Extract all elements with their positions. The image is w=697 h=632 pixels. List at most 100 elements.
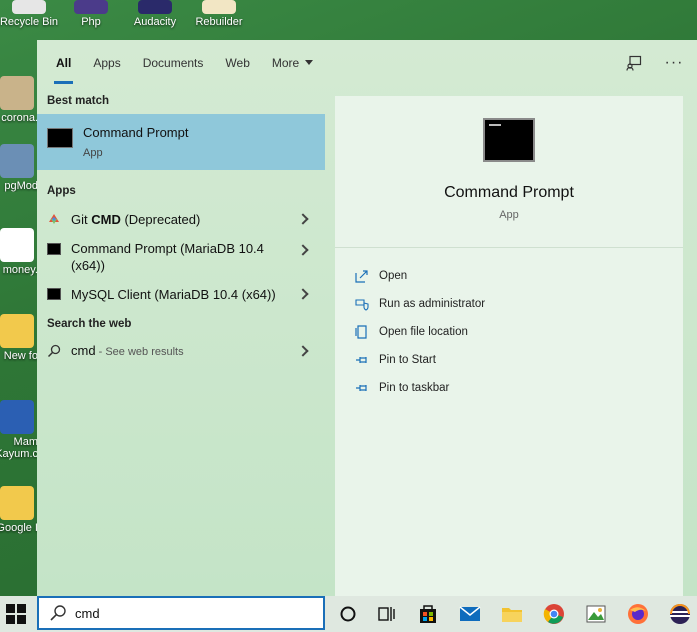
chevron-right-icon[interactable] xyxy=(297,244,309,256)
tab-tools: ··· xyxy=(625,54,683,72)
folder-icon xyxy=(0,314,34,348)
desktop-icon-corona[interactable]: corona. xyxy=(0,76,38,124)
document-icon xyxy=(0,228,34,262)
action-label: Pin to Start xyxy=(379,354,436,366)
file-location-icon xyxy=(355,325,367,339)
chevron-right-icon[interactable] xyxy=(297,345,309,357)
command-prompt-icon xyxy=(483,118,535,162)
folder-icon xyxy=(202,0,236,14)
windows-logo-icon xyxy=(6,615,15,624)
search-icon xyxy=(47,344,61,358)
desktop-icon-label: Recycle Bin xyxy=(0,16,59,28)
desktop-icon-label: Audacity xyxy=(133,16,177,28)
taskbar xyxy=(0,596,697,632)
desktop-icon-money[interactable]: money. xyxy=(0,228,38,276)
action-pin-to-taskbar[interactable]: Pin to taskbar xyxy=(335,374,683,402)
app-result-git-cmd[interactable]: Git CMD (Deprecated) xyxy=(37,204,325,234)
detail-subtitle: App xyxy=(499,209,519,221)
shield-icon xyxy=(355,299,369,311)
action-pin-to-start[interactable]: Pin to Start xyxy=(335,346,683,374)
image-editor-icon[interactable] xyxy=(584,602,608,626)
audacity-icon xyxy=(138,0,172,14)
desktop-icon-word-doc[interactable]: Mam Kayum.c xyxy=(0,400,38,460)
detail-actions: Open Run as administrator Open file loca… xyxy=(335,248,683,402)
best-match-item[interactable]: Command Prompt App xyxy=(37,114,325,170)
tab-all[interactable]: All xyxy=(46,56,81,84)
best-match-subtitle: App xyxy=(83,147,103,159)
action-run-as-admin[interactable]: Run as administrator xyxy=(335,290,683,318)
chevron-right-icon[interactable] xyxy=(297,288,309,300)
desktop-icon-label: Rebuilder xyxy=(195,16,243,28)
php-icon xyxy=(74,0,108,14)
cortana-icon[interactable] xyxy=(336,602,360,626)
feedback-button[interactable] xyxy=(625,54,643,72)
web-query: cmd xyxy=(71,342,96,358)
word-icon xyxy=(0,400,34,434)
desktop-icon-new-folder[interactable]: New fo xyxy=(0,314,38,362)
desktop-icon-audacity[interactable]: Audacity xyxy=(120,0,190,28)
more-options-button[interactable]: ··· xyxy=(665,54,683,72)
desktop-icon-rebuilder[interactable]: Rebuilder xyxy=(184,0,254,28)
file-explorer-icon[interactable] xyxy=(500,602,524,626)
search-tabs: All Apps Documents Web More ··· xyxy=(37,40,697,84)
git-icon xyxy=(49,214,59,224)
command-prompt-icon xyxy=(47,243,61,255)
tab-more-label: More xyxy=(271,56,300,70)
chrome-icon[interactable] xyxy=(542,602,566,626)
ellipsis-icon: ··· xyxy=(664,54,684,71)
desktop-icon-pgmodeler[interactable]: pgMod xyxy=(0,144,38,192)
command-prompt-icon xyxy=(47,128,73,148)
action-open-file-location[interactable]: Open file location xyxy=(335,318,683,346)
desktop-icon-label: Google I xyxy=(0,522,38,534)
elephant-icon xyxy=(0,144,34,178)
web-hint: - See web results xyxy=(95,345,184,358)
pin-icon xyxy=(356,357,367,363)
detail-title: Command Prompt xyxy=(444,184,574,201)
tab-documents[interactable]: Documents xyxy=(133,56,214,84)
section-best-match: Best match xyxy=(47,95,109,107)
app-name-suffix: (Deprecated) xyxy=(120,211,201,227)
pin-icon xyxy=(356,385,367,391)
taskbar-search-box[interactable] xyxy=(37,596,325,630)
image-file-icon xyxy=(0,76,34,110)
section-apps: Apps xyxy=(47,185,76,197)
desktop-icon-recycle-bin[interactable]: Recycle Bin xyxy=(0,0,64,28)
eclipse-icon[interactable] xyxy=(668,602,692,626)
chevron-right-icon[interactable] xyxy=(297,213,309,225)
windows-logo-icon xyxy=(17,604,26,613)
search-icon xyxy=(50,605,66,621)
desktop-icon-google-drive[interactable]: Google I xyxy=(0,486,38,534)
desktop-icon-label: corona. xyxy=(1,112,38,124)
feedback-icon xyxy=(626,55,642,71)
app-result-label: MySQL Client (MariaDB 10.4 (x64)) xyxy=(71,286,276,302)
app-result-label: Command Prompt (MariaDB 10.4 (x64)) xyxy=(71,241,264,273)
action-open[interactable]: Open xyxy=(335,262,683,290)
mail-icon[interactable] xyxy=(458,602,482,626)
windows-start-button[interactable] xyxy=(6,604,26,624)
start-menu: All Apps Documents Web More ··· Best mat… xyxy=(37,40,697,596)
caret-down-icon xyxy=(305,60,314,65)
desktop-icon-label: Mam Kayum.c xyxy=(0,436,38,460)
firefox-icon[interactable] xyxy=(626,602,650,626)
app-result-mysql-client[interactable]: MySQL Client (MariaDB 10.4 (x64)) xyxy=(37,278,325,310)
desktop-icon-php[interactable]: Php xyxy=(56,0,126,28)
tab-apps[interactable]: Apps xyxy=(83,56,130,84)
desktop-icon-label: pgMod xyxy=(4,180,38,192)
tab-web[interactable]: Web xyxy=(215,56,259,84)
command-prompt-icon xyxy=(47,288,61,300)
web-result-label: cmd - See web results xyxy=(71,342,291,361)
app-result-label: Git CMD (Deprecated) xyxy=(71,211,291,228)
open-icon xyxy=(355,270,368,283)
tab-more[interactable]: More xyxy=(262,56,323,84)
app-result-cmd-mariadb[interactable]: Command Prompt (MariaDB 10.4 (x64)) xyxy=(37,234,325,278)
results-list: Best match Command Prompt App Apps Git C… xyxy=(37,90,325,365)
windows-logo-icon xyxy=(17,615,26,624)
action-label: Run as administrator xyxy=(379,298,486,310)
windows-logo-icon xyxy=(6,604,15,613)
web-search-result[interactable]: cmd - See web results xyxy=(37,337,325,365)
search-input[interactable] xyxy=(75,605,305,621)
desktop-icon-label: money. xyxy=(2,264,38,276)
store-icon[interactable] xyxy=(416,602,440,626)
action-label: Open xyxy=(379,270,408,282)
task-view-icon[interactable] xyxy=(374,602,398,626)
